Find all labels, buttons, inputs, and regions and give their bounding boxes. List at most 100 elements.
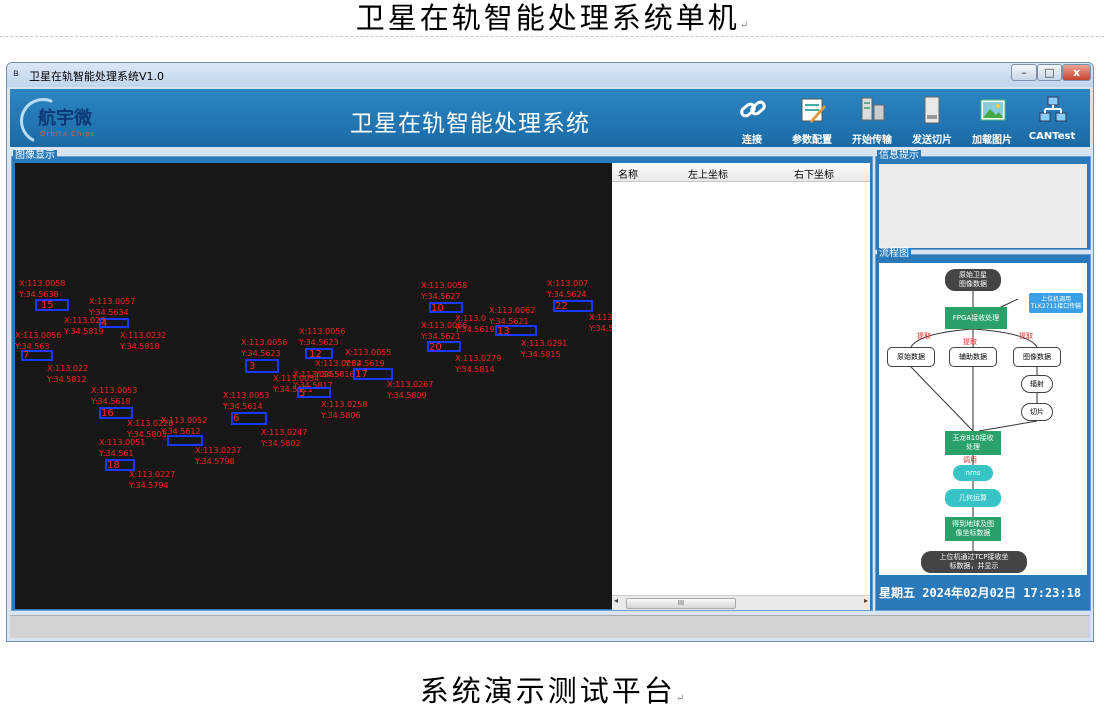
- app-window: ʙ 卫星在轨智能处理系统V1.0 – □ x 航宇微 Orbita Chips …: [6, 62, 1094, 642]
- app-title: 卫星在轨智能处理系统: [350, 111, 590, 137]
- table-header: 名称 左上坐标 右下坐标: [612, 163, 870, 182]
- detection-coordinate-label: X:113.0232 Y:34.5818: [120, 331, 167, 351]
- window-title: 卫星在轨智能处理系统V1.0: [29, 70, 165, 83]
- server-icon: [861, 97, 885, 121]
- column-top-left[interactable]: 左上坐标: [688, 166, 728, 181]
- flow-aux-node: 辅助数据: [949, 347, 997, 367]
- flow-coords-node: 得到地球及图 像坐标数据: [945, 517, 1001, 541]
- flow-radiate-node: 辐射: [1021, 375, 1053, 393]
- header-banner: 航宇微 Orbita Chips 卫星在轨智能处理系统 连接 参数配置 开始传输…: [10, 89, 1090, 151]
- network-icon: [1039, 96, 1067, 122]
- paragraph-mark: ↵: [739, 20, 749, 31]
- flow-geometry-node: 几何运算: [945, 489, 1001, 507]
- toolbar-label: 开始传输: [852, 135, 892, 146]
- paragraph-mark: ↵: [675, 693, 685, 704]
- flowchart: 原始卫星 图像数据 上位机调用 TLK2711接口传输 FPGA接收处理 提取 …: [879, 263, 1087, 575]
- flow-yulong-node: 玉龙810接收 处理: [945, 431, 1001, 455]
- toolbar-cantest-button[interactable]: CANTest: [1022, 93, 1082, 147]
- toolbar-connect-button[interactable]: 连接: [722, 93, 782, 147]
- toolbar-config-button[interactable]: 参数配置: [782, 93, 842, 147]
- image-viewer[interactable]: 15 X:113.0058 Y:34.5638 4 X:113.0057 Y:34.5…: [15, 163, 612, 609]
- company-logo: 航宇微 Orbita Chips: [13, 91, 110, 151]
- flow-raw-node: 原始数据: [887, 347, 935, 367]
- scroll-thumb[interactable]: III: [626, 598, 736, 609]
- minimize-button[interactable]: –: [1011, 64, 1037, 81]
- flow-extract-label: 提取: [963, 338, 977, 346]
- column-bottom-right[interactable]: 右下坐标: [794, 166, 834, 181]
- logo-name: 航宇微: [38, 108, 92, 129]
- detection-coordinate-label: X:113.0258 Y:34.5806: [321, 400, 368, 420]
- toolbar-label: CANTest: [1028, 131, 1076, 142]
- document-caption: 系统演示测试平台↵: [419, 674, 685, 708]
- detection-number: 3: [249, 361, 256, 372]
- scroll-right-icon[interactable]: ▸: [864, 596, 868, 605]
- config-icon: [801, 98, 826, 123]
- toolbar-send-slice-button[interactable]: 发送切片: [902, 93, 962, 147]
- detection-coordinate-label: X:113.0053 Y:34.5618: [91, 386, 138, 406]
- logo-subtitle: Orbita Chips: [40, 130, 96, 138]
- detection-number: 20: [429, 342, 442, 353]
- detection-coordinate-label: X:113.0051 Y:34.561: [99, 438, 146, 458]
- info-group-label: 信息提示: [877, 150, 921, 162]
- detection-coordinate-label: X:113 Y:34.5: [589, 313, 612, 333]
- detection-coordinate-label: X:113.0056 Y:34.5623: [241, 338, 288, 358]
- detection-coordinate-label: X:113.0058 Y:34.5638: [19, 279, 66, 299]
- datetime-display: 星期五 2024年02月02日 17:23:18: [879, 586, 1082, 600]
- flowchart-group-label: 流程图: [877, 248, 911, 260]
- flow-nms-node: nms: [953, 465, 993, 481]
- app-icon: ʙ: [13, 68, 19, 79]
- info-message-area: [879, 164, 1087, 248]
- toolbar-start-transfer-button[interactable]: 开始传输: [842, 93, 902, 147]
- picture-icon: [980, 99, 1006, 121]
- detection-coordinate-label: X:113.0291 Y:34.5815: [521, 339, 568, 359]
- detection-coordinate-label: X:113.022 Y:34.5812: [47, 364, 89, 384]
- flow-start-node: 原始卫星 图像数据: [945, 269, 1001, 291]
- detection-number: 10: [431, 303, 444, 314]
- flow-extract-label: 提取: [1019, 332, 1033, 340]
- toolbar-label: 发送切片: [912, 135, 952, 146]
- flow-extract-label: 提取: [917, 332, 931, 340]
- detection-number: 6: [233, 413, 240, 424]
- toolbar-label: 连接: [742, 135, 762, 146]
- detection-table[interactable]: 名称 左上坐标 右下坐标 ◂ III ▸: [612, 163, 870, 610]
- detection-number: 22: [555, 301, 568, 312]
- detection-coordinate-label: X:113.023 Y:34.5819: [64, 316, 106, 336]
- detection-coordinate-label: X:113.0247 Y:34.5802: [261, 428, 308, 448]
- flow-image-node: 图像数据: [1013, 347, 1061, 367]
- flow-slice-node: 切片: [1021, 403, 1053, 421]
- status-bar: [10, 615, 1090, 638]
- link-icon: [740, 100, 766, 118]
- maximize-button[interactable]: □: [1037, 64, 1062, 81]
- close-button[interactable]: x: [1062, 64, 1091, 81]
- detection-coordinate-label: X:113.0056 Y:34.563: [15, 331, 62, 351]
- detection-coordinate-label: X:113.0262 Y:34.5816: [315, 359, 362, 379]
- toolbar-label: 加载图片: [972, 135, 1012, 146]
- detection-coordinate-label: X:113.0053 Y:34.5614: [223, 391, 270, 411]
- image-display-label: 图像显示: [13, 150, 57, 162]
- flow-fpga-node: FPGA接收处理: [945, 307, 1007, 329]
- detection-coordinate-label: X:113.0052 Y:34.5612: [161, 416, 208, 436]
- detection-coordinate-label: X:113.0279 Y:34.5814: [455, 354, 502, 374]
- detection-number: 5: [299, 388, 306, 399]
- slice-icon: [924, 96, 940, 124]
- toolbar-load-image-button[interactable]: 加载图片: [962, 93, 1022, 147]
- detection-coordinate-label: X:113.0267 Y:34.5809: [387, 380, 434, 400]
- flow-host-node: 上位机调用 TLK2711接口传输: [1029, 293, 1083, 313]
- detection-coordinate-label: X:113.0066 Y:34.5621: [421, 321, 468, 341]
- flow-end-node: 上位机通过TCP接收坐 标数据，并显示: [921, 551, 1027, 573]
- scroll-left-icon[interactable]: ◂: [614, 596, 618, 605]
- detection-number: 13: [497, 326, 510, 337]
- detection-coordinate-label: X:113.007 Y:34.5624: [547, 279, 589, 299]
- column-name[interactable]: 名称: [618, 166, 638, 181]
- detection-coordinate-label: X:113.0058 Y:34.5627: [421, 281, 468, 301]
- detection-coordinate-label: X:113.0056 Y:34.5623: [299, 327, 346, 347]
- detection-number: 18: [107, 460, 120, 471]
- horizontal-scrollbar[interactable]: ◂ III ▸: [612, 595, 870, 610]
- detection-coordinate-label: X:113.0237 Y:34.5798: [195, 446, 242, 466]
- detection-number: 15: [41, 300, 54, 311]
- detection-number: 16: [101, 408, 114, 419]
- title-bar[interactable]: ʙ 卫星在轨智能处理系统V1.0 – □ x: [7, 63, 1093, 87]
- flow-call-label: 调用: [963, 456, 977, 464]
- detection-coordinate-label: X:113.0062 Y:34.5621: [489, 306, 536, 326]
- toolbar-label: 参数配置: [792, 135, 832, 146]
